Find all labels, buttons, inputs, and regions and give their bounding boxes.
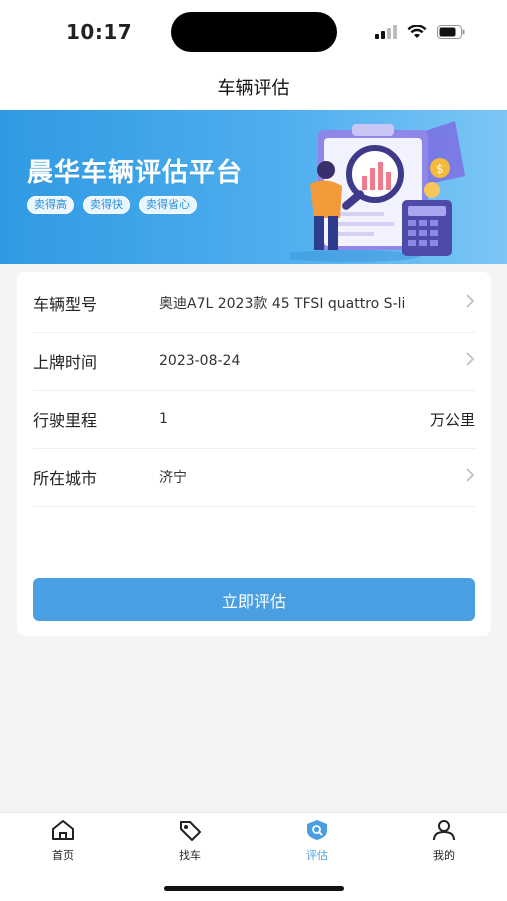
banner-tag: 卖得省心: [139, 196, 197, 214]
form-row-registration-date[interactable]: 上牌时间 2023-08-24: [33, 332, 475, 391]
evaluate-now-button[interactable]: 立即评估: [33, 578, 475, 621]
status-icons: [375, 24, 465, 43]
status-bar: 10:17: [0, 0, 507, 62]
chevron-right-icon: [453, 351, 475, 371]
tab-home-label: 首页: [52, 849, 74, 862]
banner-tag: 卖得快: [83, 196, 130, 214]
status-time: 10:17: [66, 20, 133, 44]
city-value: 济宁: [159, 470, 187, 486]
city-label: 所在城市: [33, 469, 98, 488]
nav-bar: 车辆评估: [0, 62, 507, 110]
tab-mine[interactable]: 我的: [404, 819, 484, 863]
tab-home[interactable]: 首页: [23, 819, 103, 863]
mileage-unit: 万公里: [429, 410, 475, 429]
mileage-input[interactable]: 1: [159, 411, 430, 427]
registration-date-value: 2023-08-24: [159, 353, 241, 369]
battery-icon: [437, 24, 465, 43]
form-row-mileage[interactable]: 行驶里程 1 万公里: [33, 390, 475, 449]
user-icon: [431, 819, 457, 845]
evaluation-form-card: 车辆型号 奥迪A7L 2023款 45 TFSI quattro S-li 上牌…: [17, 272, 491, 636]
tab-evaluate[interactable]: 评估: [277, 819, 357, 863]
registration-date-label: 上牌时间: [33, 353, 98, 372]
tab-find-car[interactable]: 找车: [150, 819, 230, 863]
banner-title: 晨华车辆评估平台: [27, 158, 244, 188]
home-indicator: [164, 886, 344, 891]
evaluate-icon: [304, 819, 330, 845]
tab-find-car-label: 找车: [179, 849, 201, 862]
vehicle-model-label: 车辆型号: [33, 295, 98, 314]
chevron-right-icon: [453, 293, 475, 313]
tag-icon: [177, 819, 203, 845]
banner-tag: 卖得高: [27, 196, 74, 214]
form-row-city[interactable]: 所在城市 济宁: [33, 448, 475, 507]
chevron-right-icon: [453, 467, 475, 487]
tab-mine-label: 我的: [433, 849, 455, 862]
signal-icon: [375, 24, 397, 43]
dynamic-island: [171, 12, 337, 52]
form-row-vehicle-model[interactable]: 车辆型号 奥迪A7L 2023款 45 TFSI quattro S-li: [33, 274, 475, 333]
tab-evaluate-label: 评估: [306, 849, 328, 862]
mileage-label: 行驶里程: [33, 411, 98, 430]
vehicle-model-value: 奥迪A7L 2023款 45 TFSI quattro S-li: [159, 296, 406, 312]
promo-banner[interactable]: 晨华车辆评估平台 卖得高 卖得快 卖得省心 $: [0, 110, 507, 264]
banner-tags: 卖得高 卖得快 卖得省心: [27, 196, 197, 214]
page-title: 车辆评估: [217, 78, 290, 99]
home-icon: [50, 819, 76, 845]
evaluation-illustration: $: [280, 116, 470, 264]
svg-text:$: $: [436, 162, 444, 176]
wifi-icon: [407, 24, 427, 43]
